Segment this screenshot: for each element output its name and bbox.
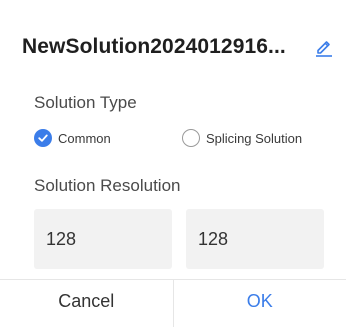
pencil-edit-icon[interactable] bbox=[314, 36, 334, 58]
solution-resolution-label: Solution Resolution bbox=[34, 176, 181, 195]
radio-option-common[interactable]: Common bbox=[34, 129, 182, 147]
radio-option-splicing-solution[interactable]: Splicing Solution bbox=[182, 129, 302, 147]
new-solution-dialog: NewSolution2024012916... Solution Type C… bbox=[0, 0, 346, 327]
resolution-width-input[interactable]: 128 bbox=[34, 209, 172, 269]
radio-label-common: Common bbox=[58, 130, 111, 146]
radio-checked-icon[interactable] bbox=[34, 129, 52, 147]
radio-label-splicing-solution: Splicing Solution bbox=[206, 130, 303, 146]
resolution-height-input[interactable]: 128 bbox=[186, 209, 324, 269]
dialog-footer: Cancel OK bbox=[0, 279, 346, 327]
solution-type-radio-group: Common Splicing Solution bbox=[34, 127, 330, 149]
ok-button[interactable]: OK bbox=[174, 280, 346, 327]
radio-unchecked-icon[interactable] bbox=[182, 129, 200, 147]
dialog-title: NewSolution2024012916... bbox=[22, 35, 286, 58]
cancel-button[interactable]: Cancel bbox=[0, 280, 174, 327]
solution-type-label: Solution Type bbox=[34, 93, 137, 112]
dialog-header: NewSolution2024012916... bbox=[22, 30, 334, 64]
resolution-inputs: 128 128 bbox=[34, 209, 324, 269]
